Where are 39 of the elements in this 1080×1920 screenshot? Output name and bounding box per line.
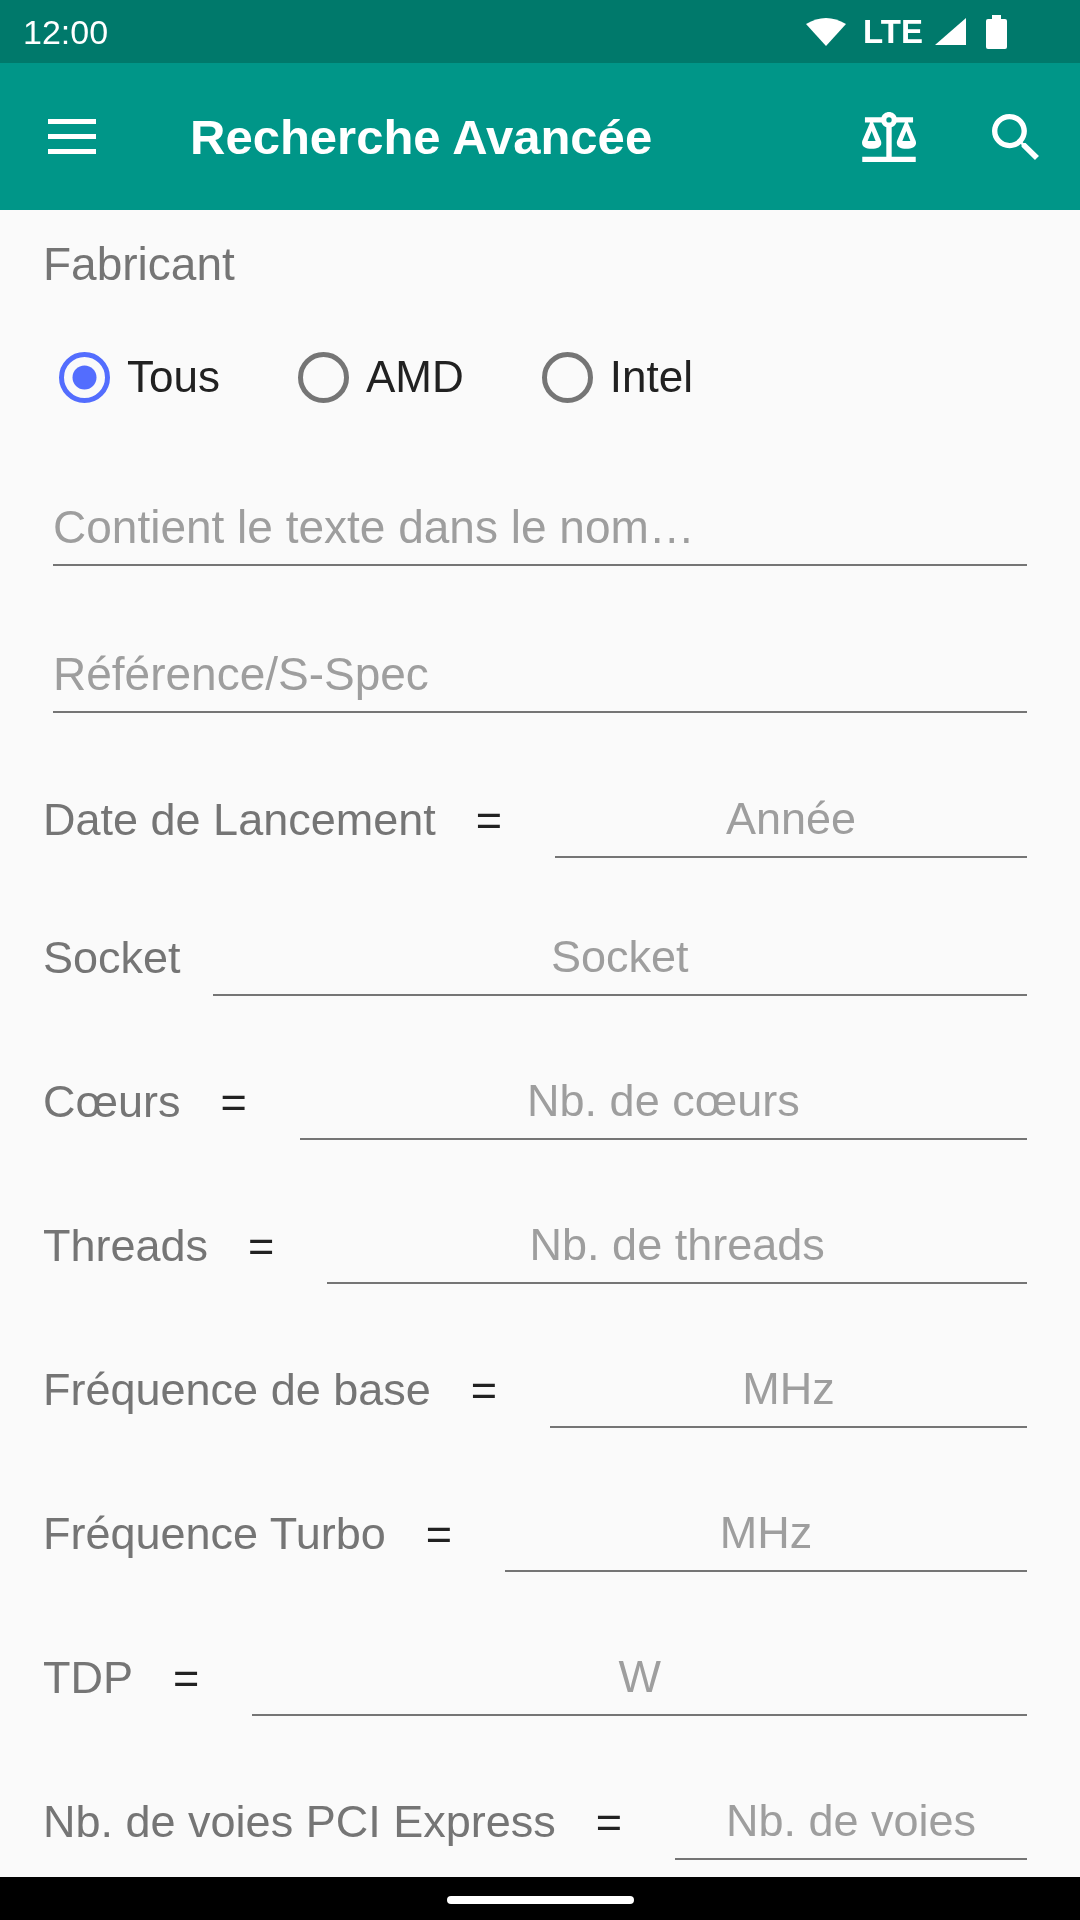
input-field[interactable]: Nb. de cœurs <box>299 1064 1027 1140</box>
input-field[interactable]: Année <box>555 782 1027 858</box>
equals-sign: = <box>248 1219 275 1273</box>
input-field[interactable]: MHz <box>505 1496 1027 1572</box>
field-label: Fréquence de base <box>43 1363 431 1417</box>
text-field[interactable]: Contient le texte dans le nom… <box>53 490 1027 566</box>
equals-sign: = <box>595 1795 622 1849</box>
radio-option[interactable]: AMD <box>297 347 464 407</box>
search-icon[interactable] <box>992 113 1039 160</box>
toolbar-title: Recherche Avancée <box>190 108 653 166</box>
equals-sign: = <box>475 793 503 847</box>
equals-sign: = <box>470 1363 498 1417</box>
gesture-handle-icon[interactable] <box>446 1896 634 1904</box>
input-field[interactable]: W <box>252 1640 1027 1716</box>
network-type-label: LTE <box>863 11 923 52</box>
signal-icon <box>935 18 966 45</box>
input-field[interactable]: MHz <box>550 1352 1027 1428</box>
input-field[interactable]: Socket <box>212 920 1027 996</box>
field-label: TDP <box>43 1651 133 1705</box>
field-label: Cœurs <box>43 1075 181 1129</box>
field-label: Threads <box>43 1219 209 1273</box>
text-field[interactable]: Référence/S-Spec <box>53 637 1027 713</box>
radio-option[interactable]: Intel <box>541 347 693 407</box>
field-label: Nb. de voies PCI Express <box>43 1795 556 1849</box>
battery-icon <box>986 14 1007 49</box>
section-label: Fabricant <box>43 237 235 291</box>
equals-sign: = <box>173 1651 200 1705</box>
equals-sign: = <box>220 1075 247 1129</box>
input-field[interactable]: Nb. de voies <box>675 1784 1027 1860</box>
wifi-icon <box>806 17 847 46</box>
balance-scale-icon[interactable] <box>862 111 916 162</box>
field-label: Date de Lancement <box>43 793 436 847</box>
input-field[interactable]: Nb. de threads <box>327 1208 1027 1284</box>
radio-option[interactable]: Tous <box>59 347 220 407</box>
field-label: Fréquence Turbo <box>43 1507 386 1561</box>
equals-sign: = <box>425 1507 452 1561</box>
menu-icon[interactable] <box>48 119 96 154</box>
field-label: Socket <box>43 931 181 985</box>
status-time: 12:00 <box>23 11 109 52</box>
